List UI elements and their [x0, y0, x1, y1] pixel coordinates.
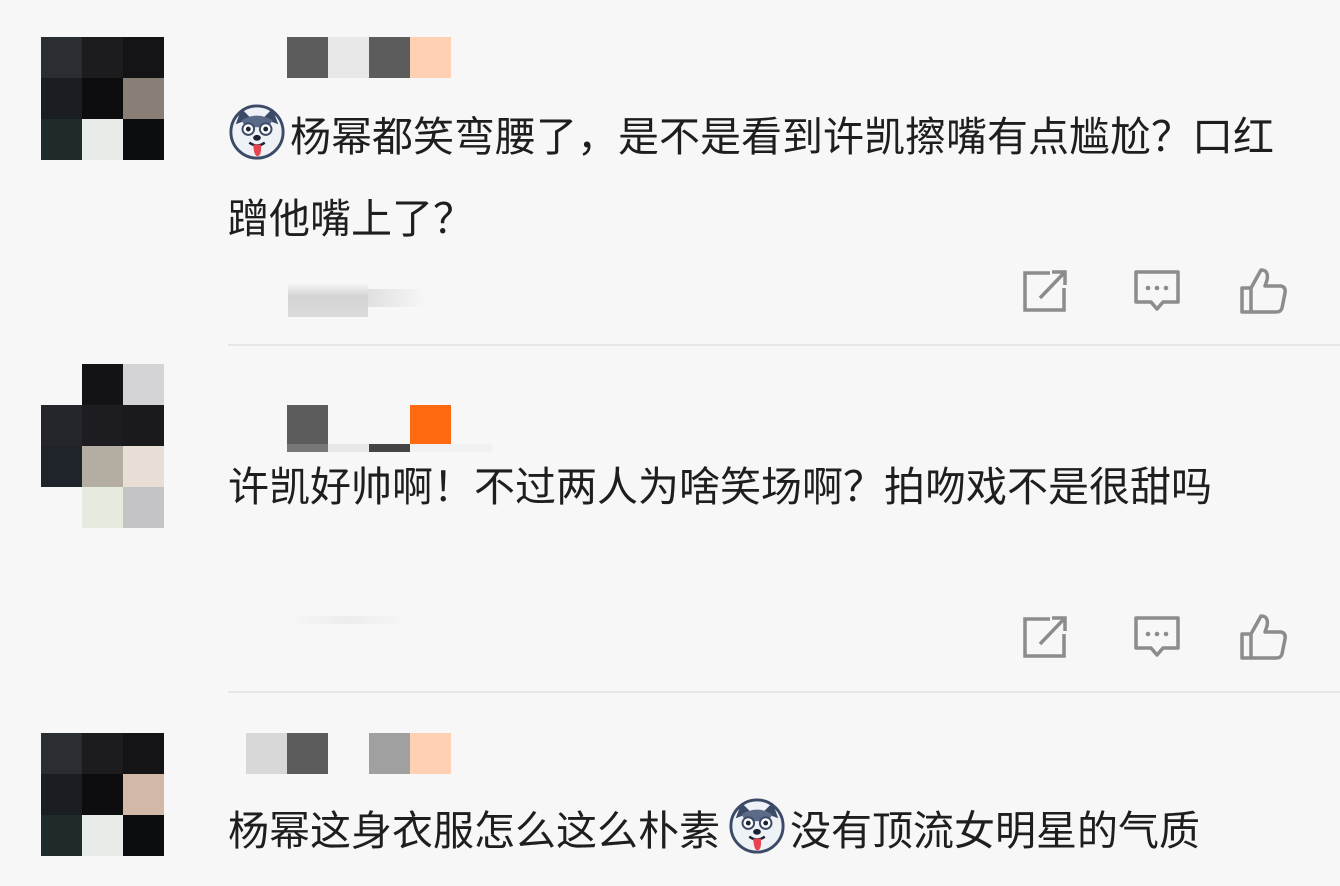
avatar-extra-row: [41, 487, 164, 528]
comment-text-content: 杨幂这身衣服怎么这么朴素: [228, 807, 720, 855]
comment-actions: [1020, 612, 1295, 664]
comment-text-content: 没有顶流女明星的气质: [790, 807, 1200, 855]
divider: [228, 691, 1340, 693]
comment-text-content: 杨幂都笑弯腰了，是不是看到许凯擦嘴有点尴尬？口红蹭他嘴上了？: [228, 113, 1274, 243]
comment-text: 杨幂这身衣服怎么这么朴素 没有顶流女明星的气质: [228, 790, 1308, 872]
divider: [228, 344, 1340, 346]
timestamp-pixelated: [288, 610, 428, 628]
username-pixelated[interactable]: [246, 37, 451, 78]
timestamp-pixelated: [288, 283, 428, 317]
comment-text: 许凯好帅啊！不过两人为啥笑场啊？拍吻戏不是很甜吗: [228, 446, 1298, 528]
comment-icon[interactable]: [1132, 612, 1182, 662]
comment-actions: [1020, 266, 1295, 318]
share-icon[interactable]: [1020, 612, 1070, 662]
share-icon[interactable]: [1020, 266, 1070, 316]
username-pixelated[interactable]: [246, 733, 451, 774]
like-icon[interactable]: [1238, 612, 1288, 662]
avatar[interactable]: [41, 733, 164, 856]
comment-text: 杨幂都笑弯腰了，是不是看到许凯擦嘴有点尴尬？口红蹭他嘴上了？: [228, 96, 1308, 260]
avatar[interactable]: [41, 37, 164, 160]
husky-emoji-icon: [729, 798, 785, 854]
comment-text-content: 许凯好帅啊！不过两人为啥笑场啊？拍吻戏不是很甜吗: [228, 463, 1212, 511]
avatar[interactable]: [41, 364, 164, 487]
husky-emoji-icon: [229, 104, 285, 160]
username-pixelated[interactable]: [246, 405, 451, 446]
like-icon[interactable]: [1238, 266, 1288, 316]
comment-icon[interactable]: [1132, 266, 1182, 316]
